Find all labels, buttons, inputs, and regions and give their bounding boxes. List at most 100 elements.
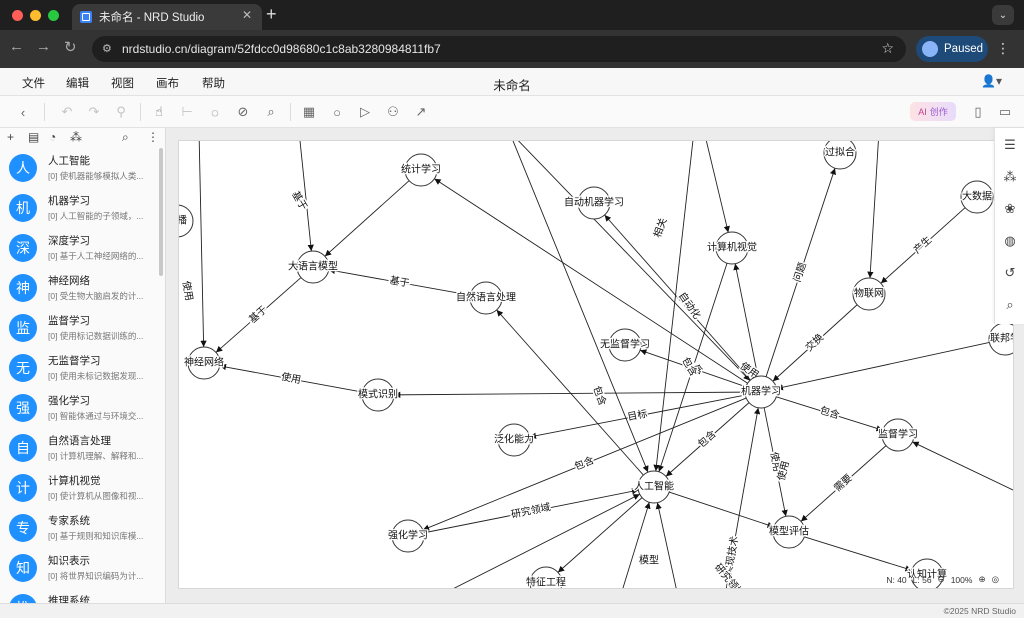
edge-label: 相关 (651, 216, 670, 239)
sidebar-search-icon[interactable]: ⌕ (122, 130, 129, 145)
play-icon[interactable]: ▷ (356, 103, 374, 121)
graph-node-iot[interactable]: 物联网 (852, 277, 886, 311)
graph-node-ai[interactable]: 人工智能 (633, 470, 675, 504)
graph-node-ul[interactable]: 无监督学习 (599, 328, 651, 362)
tree-view-icon[interactable]: ⁂ (70, 130, 82, 144)
profile-button[interactable]: Paused (916, 36, 988, 62)
graph-edge[interactable] (198, 141, 207, 348)
forward-icon[interactable]: → (36, 38, 51, 55)
maximize-window-button[interactable] (48, 10, 59, 21)
graph-edge[interactable] (557, 497, 643, 573)
new-tab-button[interactable]: + (266, 4, 277, 25)
find-icon[interactable]: ⌕ (262, 103, 280, 121)
graph-node-gen[interactable]: 泛化能力 (493, 423, 535, 457)
connector-icon[interactable]: ⊢ (178, 103, 196, 121)
graph-edge[interactable] (324, 180, 410, 257)
format-painter-icon[interactable]: ⚲ (112, 103, 130, 121)
graph-edge[interactable] (655, 502, 679, 589)
graph-node-ml[interactable]: 机器学习 (740, 375, 782, 409)
graph-edge[interactable] (704, 141, 730, 233)
graph-node-llm[interactable]: 大语言模型 (287, 250, 339, 284)
graph-node-sl[interactable]: 监督学习 (877, 418, 919, 452)
entity-list-item[interactable]: 强强化学习 [0] 智能体通过与环境交... (0, 388, 158, 428)
entity-list-item[interactable]: 神神经网络 [0] 受生物大脑启发的计... (0, 268, 158, 308)
entity-list-item[interactable]: 推 推理系统 (0, 588, 158, 603)
settings-sliders-icon[interactable]: ☰ (1002, 137, 1018, 153)
graph-edge[interactable] (733, 263, 759, 377)
bookmark-star-icon[interactable]: ☆ (881, 40, 894, 57)
window-layout-icon[interactable]: ▭ (996, 103, 1014, 121)
sidebar-toolbar: + ▤ ◔ ⁂ ⌕ ⋮ (0, 128, 165, 148)
search-icon[interactable]: ⌕ (1002, 297, 1018, 313)
graph-canvas[interactable]: 基于 基于 包含 目标 包含 包含 使用 问题 交换 产生 包含 使用 需要 研究领域 相关 自动化 包含 使用实… (178, 140, 1014, 589)
cluster-icon[interactable]: ❀ (1002, 201, 1018, 217)
graph-edge[interactable] (867, 141, 879, 279)
entity-name: 强化学习 (48, 395, 90, 407)
entity-list-item[interactable]: 机机器学习 [0] 人工智能的子领域，... (0, 188, 158, 228)
collapse-sidebar-icon[interactable]: ‹ (14, 103, 32, 121)
edge-label: 目标 (626, 408, 648, 424)
export-icon[interactable]: ↗ (412, 103, 430, 121)
graph-edge[interactable] (619, 502, 651, 589)
entity-list-item[interactable]: 计计算机视觉 [0] 使计算机从图像和视... (0, 468, 158, 508)
entity-list-item[interactable]: 无无监督学习 [0] 使用未标记数据发现... (0, 348, 158, 388)
entity-list-item[interactable]: 自自然语言处理 [0] 计算机理解、解释和... (0, 428, 158, 468)
add-icon[interactable]: + (7, 130, 14, 144)
select-cursor-icon[interactable]: ☝ (150, 103, 168, 121)
ai-sub-label: 创作 (929, 107, 948, 117)
ai-create-button[interactable]: AI 创作 (910, 102, 956, 121)
entity-list-item[interactable]: 监监督学习 [0] 使用标记数据训练的... (0, 308, 158, 348)
graph-edge[interactable] (669, 491, 774, 528)
graph-node-nn[interactable]: 神经网络 (183, 346, 225, 380)
list-view-icon[interactable]: ▤ (28, 130, 39, 144)
graph-node-pattern[interactable]: 模式识别 (357, 378, 399, 412)
sidebar-more-icon[interactable]: ⋮ (147, 130, 159, 144)
back-icon[interactable]: ← (9, 38, 24, 55)
graph-node-nlp[interactable]: 自然语言处理 (455, 281, 517, 315)
reload-icon[interactable]: ↻ (64, 38, 77, 56)
browser-menu-icon[interactable]: ⋮ (996, 40, 1010, 57)
minimize-window-button[interactable] (30, 10, 41, 21)
entity-description: [0] 使计算机从图像和视... (48, 491, 144, 501)
address-bar[interactable]: ⚙ nrdstudio.cn/diagram/52fdcc0d98680c1c8… (92, 36, 906, 62)
users-icon[interactable]: ⚇ (384, 103, 402, 121)
table-icon[interactable]: ▦ (300, 103, 318, 121)
tab-search-button[interactable]: ⌄ (992, 5, 1014, 25)
zoom-in-icon[interactable]: ⊕ (978, 574, 985, 585)
close-tab-icon[interactable]: ✕ (242, 8, 252, 22)
graph-node-automl[interactable]: 自动机器学习 (563, 186, 625, 220)
graph-node-fed[interactable]: 联邦学 (988, 322, 1014, 356)
graph-node-eval[interactable]: 模型评估 (768, 515, 810, 549)
refresh-layout-icon[interactable]: ○ (328, 103, 346, 121)
graph-node-stat[interactable]: 统计学习 (400, 153, 442, 187)
close-window-button[interactable] (12, 10, 23, 21)
graph-node-prop[interactable]: 传播 (179, 204, 194, 238)
user-menu-icon[interactable]: 👤▾ (981, 74, 1002, 88)
graph-node-rl[interactable]: 强化学习 (387, 519, 429, 553)
graph-node-cv[interactable]: 计算机视觉 (706, 231, 758, 265)
entity-list-item[interactable]: 人人工智能 [0] 使机器能够模拟人类... (0, 148, 158, 188)
graph-edge[interactable] (509, 141, 649, 473)
hide-icon[interactable]: ⊘ (234, 103, 252, 121)
undo-icon[interactable]: ↶ (58, 103, 76, 121)
fit-view-icon[interactable]: ◎ (992, 574, 999, 585)
left-panel-toggle-icon[interactable]: ▯ (969, 103, 987, 121)
browser-tab[interactable]: 未命名 - NRD Studio ✕ (72, 4, 262, 30)
sidebar-scrollbar[interactable] (159, 148, 163, 276)
palette-icon[interactable]: ◍ (1002, 233, 1018, 249)
lasso-icon[interactable]: ◌ (206, 103, 224, 121)
history-icon[interactable]: ↺ (1002, 265, 1018, 281)
zoom-out-icon[interactable]: ⊖ (938, 574, 945, 585)
entity-list-item[interactable]: 专专家系统 [0] 基于规则和知识库模... (0, 508, 158, 548)
graph-node-bigdata[interactable]: 大数据 (960, 180, 994, 214)
entity-list-item[interactable]: 深深度学习 [0] 基于人工神经网络的... (0, 228, 158, 268)
graph-edge[interactable] (912, 441, 1014, 491)
graph-edge[interactable] (804, 536, 912, 572)
graph-node-overfit[interactable]: 过拟合 (823, 141, 857, 170)
redo-icon[interactable]: ↷ (85, 103, 103, 121)
hierarchy-icon[interactable]: ⁂ (1002, 169, 1018, 185)
chart-view-icon[interactable]: ◔ (49, 130, 56, 144)
site-settings-icon[interactable]: ⚙ (102, 42, 112, 55)
entity-list-item[interactable]: 知知识表示 [0] 将世界知识编码为计... (0, 548, 158, 588)
graph-svg[interactable]: 基于基于包含目标包含包含使用问题交换产生包含使用需要研究领域相关自动化包含 使用实… (179, 141, 1014, 589)
